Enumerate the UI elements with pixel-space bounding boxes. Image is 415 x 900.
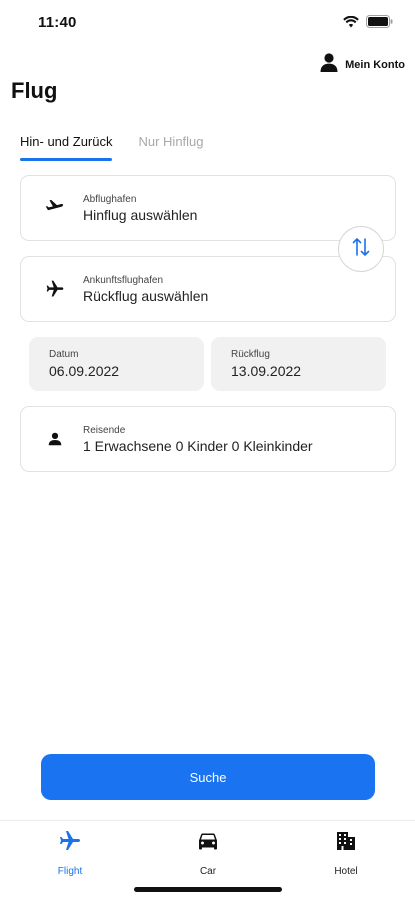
swap-airports-button[interactable]	[338, 226, 384, 272]
wifi-icon	[343, 15, 359, 28]
car-icon	[196, 829, 220, 858]
departure-date-field[interactable]: Datum 06.09.2022	[29, 337, 204, 391]
departure-airport-field[interactable]: Abflughafen Hinflug auswählen	[20, 175, 396, 241]
nav-label-flight: Flight	[57, 866, 83, 877]
status-bar: 11:40	[0, 0, 415, 44]
departure-date-label: Datum	[49, 349, 79, 360]
travelers-value: 1 Erwachsene 0 Kinder 0 Kleinkinder	[83, 438, 313, 454]
nav-item-car[interactable]: Car	[168, 829, 248, 877]
return-date-field[interactable]: Rückflug 13.09.2022	[211, 337, 386, 391]
return-date-label: Rückflug	[231, 349, 270, 360]
tab-round-trip[interactable]: Hin- und Zurück	[20, 134, 113, 161]
nav-item-hotel[interactable]: Hotel	[306, 829, 386, 877]
return-date-value: 13.09.2022	[231, 363, 302, 379]
nav-label-hotel: Hotel	[334, 866, 358, 877]
travelers-field[interactable]: Reisende 1 Erwachsene 0 Kinder 0 Kleinki…	[20, 406, 396, 472]
arrival-airport-field[interactable]: Ankunftsflughafen Rückflug auswählen	[20, 256, 396, 322]
home-indicator	[134, 887, 282, 892]
account-button[interactable]: Mein Konto	[319, 52, 405, 77]
person-icon	[45, 429, 65, 449]
hotel-icon	[334, 829, 358, 858]
departure-date-value: 06.09.2022	[49, 363, 120, 379]
nav-item-flight[interactable]: Flight	[30, 829, 110, 877]
battery-icon	[366, 15, 393, 28]
departure-value: Hinflug auswählen	[83, 207, 198, 223]
swap-vertical-icon	[350, 236, 372, 263]
tab-one-way[interactable]: Nur Hinflug	[138, 134, 203, 161]
status-icons	[343, 15, 393, 28]
arrival-value: Rückflug auswählen	[83, 288, 209, 304]
account-label: Mein Konto	[345, 58, 405, 71]
arrival-label: Ankunftsflughafen	[83, 275, 164, 286]
person-icon	[319, 52, 339, 77]
nav-label-car: Car	[199, 866, 217, 877]
trip-type-tabs: Hin- und Zurück Nur Hinflug	[20, 134, 204, 161]
page-title: Flug	[11, 78, 58, 103]
search-button[interactable]: Suche	[41, 754, 375, 800]
plane-icon	[58, 829, 82, 858]
plane-takeoff-icon	[45, 198, 65, 218]
travelers-label: Reisende	[83, 425, 126, 436]
status-time: 11:40	[38, 14, 77, 31]
departure-label: Abflughafen	[83, 194, 137, 205]
plane-icon	[45, 279, 65, 299]
